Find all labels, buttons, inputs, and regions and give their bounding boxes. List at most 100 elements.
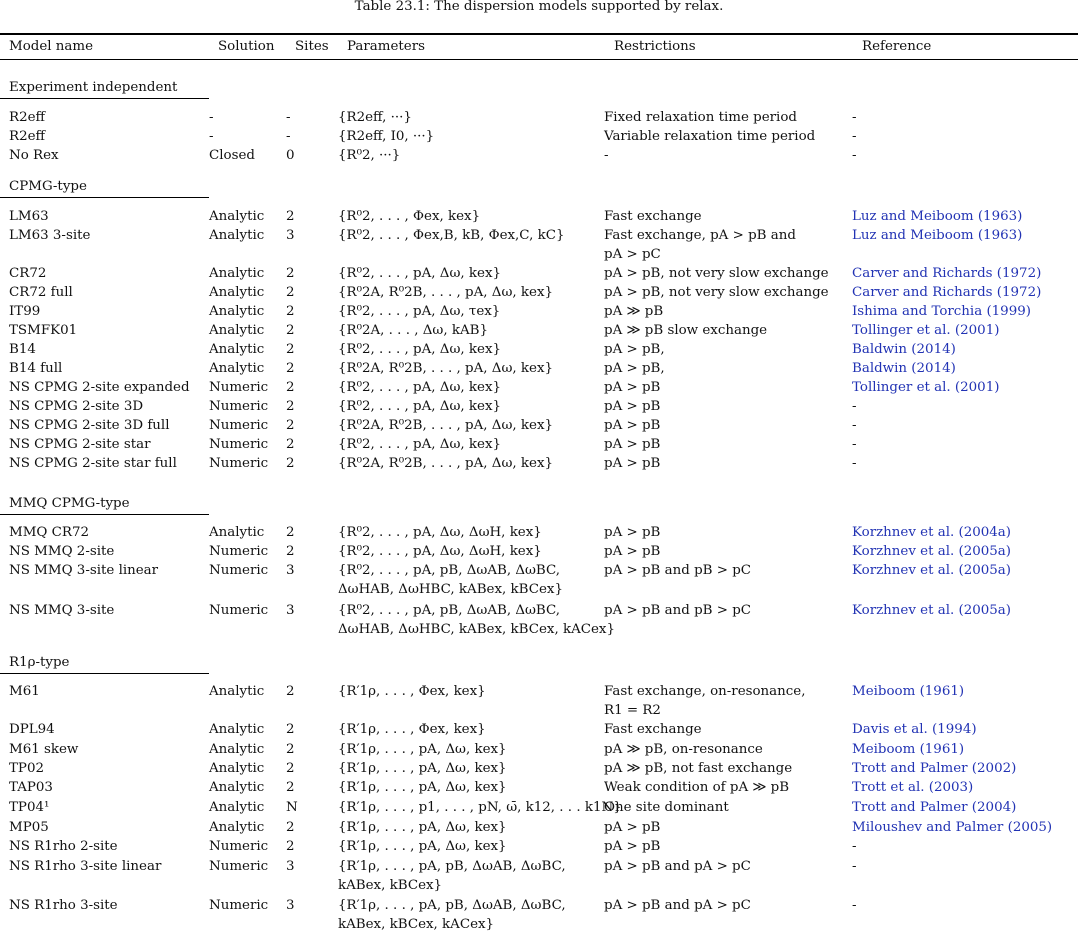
cell-sites: 2 [286,323,295,338]
header-rule [0,59,1078,60]
cell-solution: Analytic [209,266,265,281]
cell-parameters: {R′1ρ, . . . , pA, Δω, kex} [338,780,507,795]
cell-model-name: IT99 [9,304,41,319]
cell-restrictions: pA ≫ pB [604,304,664,319]
cell-parameters: {R⁰2, ···} [338,148,401,163]
cell-reference[interactable]: Korzhnev et al. (2004a) [852,523,1078,542]
cell-model-name: TSMFK01 [9,323,78,338]
cell-restrictions: pA ≫ pB, not fast exchange [604,761,793,776]
cell-solution: Analytic [209,285,265,300]
cell-reference: - [852,418,857,433]
cell-reference[interactable]: Meiboom (1961) [852,740,1078,759]
cell-solution: Numeric [209,563,269,578]
cell-solution: Numeric [209,456,269,471]
cell-reference[interactable]: Meiboom (1961) [852,682,1078,720]
cell-reference[interactable]: Tollinger et al. (2001) [852,378,1078,397]
table-row: NS CPMG 2-site star Numeric 2 {R⁰2, . . . ,… [0,435,1078,454]
cell-model-name: CR72 full [9,285,73,300]
cell-solution: Analytic [209,342,265,357]
cell-parameters: {R⁰2, . . . , pA, pB, ΔωAB, ΔωBC, ΔωHAB, … [338,563,563,597]
cell-parameters: {R′1ρ, . . . , pA, Δω, kex} [338,761,507,776]
cell-model-name: NS CPMG 2-site 3D full [9,418,170,433]
table-row: TAP03 Analytic 2 {R′1ρ, . . . , pA, Δω, kex… [0,778,1078,797]
cell-reference[interactable]: Korzhnev et al. (2005a) [852,542,1078,561]
cell-reference[interactable]: Carver and Richards (1972) [852,264,1078,283]
cell-sites: 2 [286,437,295,452]
cell-solution: Numeric [209,603,269,618]
cell-sites: 2 [286,285,295,300]
cell-model-name: NS CPMG 2-site 3D [9,399,144,414]
cell-model-name: NS CPMG 2-site star full [9,456,177,471]
table-row: NS CPMG 2-site 3D full Numeric 2 {R⁰2A, R⁰2… [0,416,1078,435]
cell-model-name: NS R1rho 3-site [9,898,118,913]
cell-parameters: {R′1ρ, . . . , p1, . . . , pN, ω̄, k12, … [338,800,622,815]
cell-reference: - [852,129,857,144]
table-row: NS CPMG 2-site expanded Numeric 2 {R⁰2, . .… [0,378,1078,397]
cell-restrictions: pA > pB [604,456,661,471]
cell-solution: Analytic [209,684,265,699]
cell-reference[interactable]: Ishima and Torchia (1999) [852,302,1078,321]
cell-reference[interactable]: Tollinger et al. (2001) [852,321,1078,340]
header-reference: Reference [862,39,932,54]
cell-reference[interactable]: Korzhnev et al. (2005a) [852,561,1078,599]
table-row: NS MMQ 3-site linear Numeric 3 {R⁰2, . . . … [0,561,1078,599]
cell-reference[interactable]: Baldwin (2014) [852,359,1078,378]
cell-solution: Numeric [209,544,269,559]
cell-solution: Numeric [209,399,269,414]
cell-reference: - [852,148,857,163]
cell-reference: - [852,839,857,854]
cell-sites: 2 [286,399,295,414]
cell-restrictions: pA > pB and pA > pC [604,898,751,913]
cell-solution: Numeric [209,380,269,395]
cell-reference[interactable]: Korzhnev et al. (2005a) [852,601,1078,639]
cell-sites: 2 [286,361,295,376]
cell-restrictions: pA > pB [604,544,661,559]
header-sites: Sites [295,39,329,54]
cell-model-name: NS R1rho 2-site [9,839,118,854]
cell-restrictions: pA > pB [604,380,661,395]
table-row: NS R1rho 3-site Numeric 3 {R′1ρ, . . . , pA… [0,896,1078,934]
cell-restrictions: pA > pB [604,525,661,540]
cell-parameters: {R′1ρ, . . . , pA, Δω, kex} [338,742,507,757]
table-row: DPL94 Analytic 2 {R′1ρ, . . . , Φex, kex} Fa… [0,720,1078,739]
cell-model-name: NS MMQ 3-site [9,603,115,618]
cell-parameters: {R⁰2, . . . , Φex,B, kB, Φex,C, kC} [338,228,565,243]
top-rule [0,33,1078,35]
cell-parameters: {R⁰2A, R⁰2B, . . . , pA, Δω, kex} [338,456,554,471]
cell-restrictions: Fast exchange, on-resonance, R1 = R2 [604,684,806,718]
section-title: Experiment independent [9,80,178,95]
cell-model-name: NS MMQ 3-site linear [9,563,159,578]
cell-reference[interactable]: Trott and Palmer (2004) [852,798,1078,817]
cell-solution: Analytic [209,304,265,319]
table-row: CR72 Analytic 2 {R⁰2, . . . , pA, Δω, kex} p… [0,264,1078,283]
cell-reference[interactable]: Luz and Meiboom (1963) [852,207,1078,226]
table-row: M61 skew Analytic 2 {R′1ρ, . . . , pA, Δω, … [0,740,1078,759]
cell-reference[interactable]: Luz and Meiboom (1963) [852,226,1078,264]
section-underline [0,197,209,198]
cell-reference[interactable]: Baldwin (2014) [852,340,1078,359]
cell-reference[interactable]: Davis et al. (1994) [852,720,1078,739]
cell-sites: 2 [286,820,295,835]
header-parameters: Parameters [347,39,425,54]
cell-parameters: {R⁰2, . . . , Φex, kex} [338,209,481,224]
cell-sites: 3 [286,898,295,913]
cell-solution: Analytic [209,361,265,376]
cell-sites: 3 [286,859,295,874]
table-caption: Table 23.1: The dispersion models suppor… [354,0,724,14]
cell-restrictions: pA > pB and pA > pC [604,859,751,874]
cell-reference[interactable]: Carver and Richards (1972) [852,283,1078,302]
cell-restrictions: Fast exchange [604,209,702,224]
cell-reference[interactable]: Trott and Palmer (2002) [852,759,1078,778]
cell-restrictions: pA > pB [604,418,661,433]
cell-solution: Numeric [209,839,269,854]
cell-parameters: {R⁰2A, . . . , Δω, kAB} [338,323,488,338]
cell-model-name: NS CPMG 2-site star [9,437,151,452]
cell-solution: Analytic [209,742,265,757]
cell-reference[interactable]: Miloushev and Palmer (2005) [852,818,1078,837]
table-row: R2eff - - {R2eff, I0, ···} Variable relaxati… [0,127,1078,146]
cell-reference[interactable]: Trott et al. (2003) [852,778,1078,797]
cell-restrictions: pA > pB, not very slow exchange [604,266,829,281]
cell-solution: Analytic [209,209,265,224]
cell-sites: 2 [286,266,295,281]
cell-restrictions: pA > pB [604,839,661,854]
